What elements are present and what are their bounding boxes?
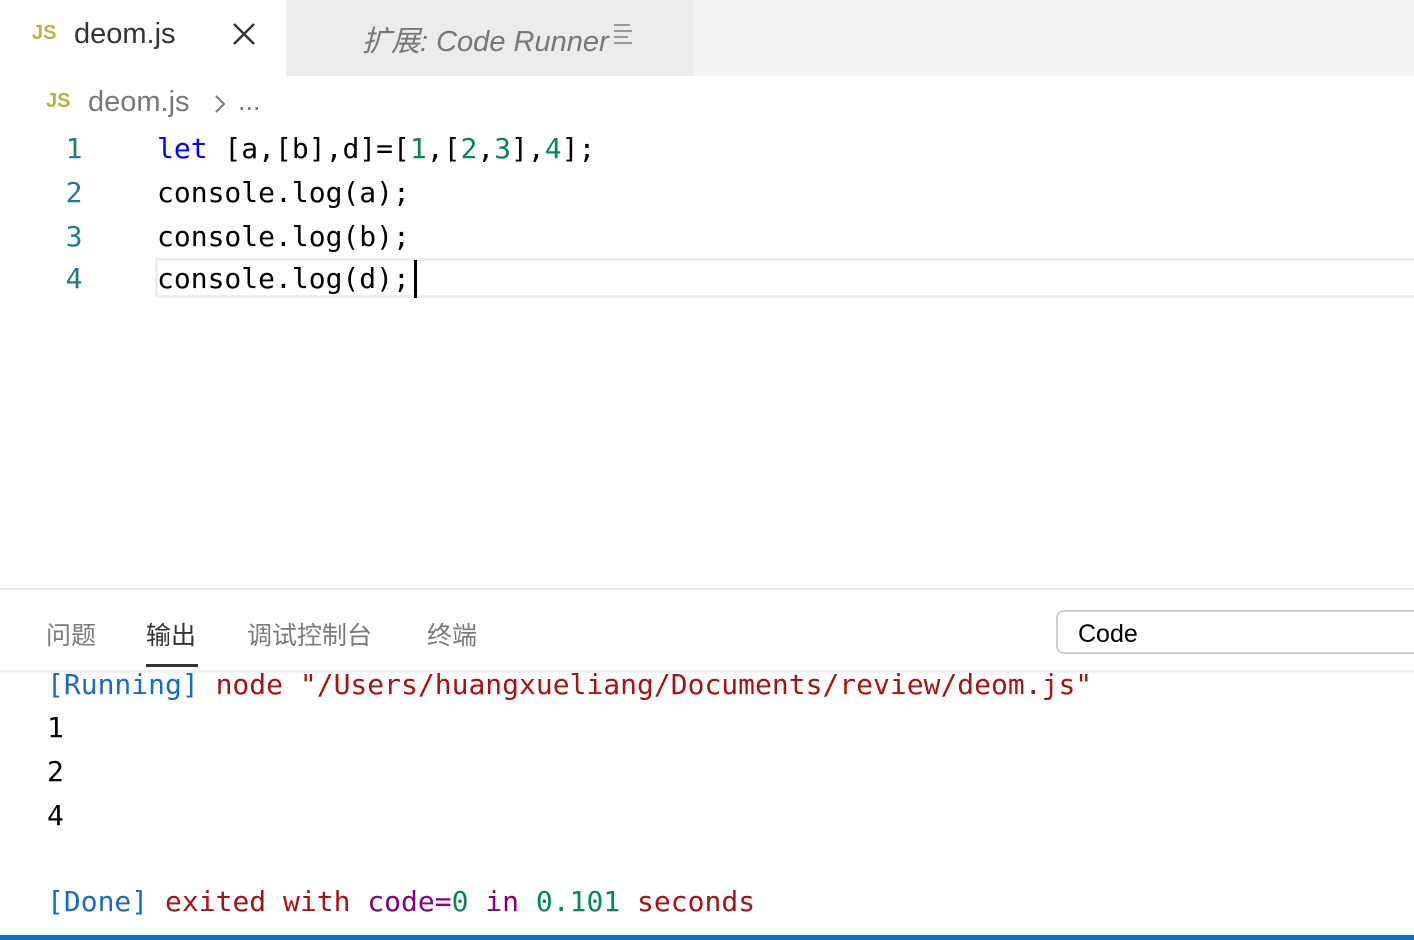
code-token: [a,[b],d]=[ <box>207 132 410 165</box>
code-text: console.log(d); <box>157 258 410 300</box>
output-result-line: 1 <box>47 711 64 744</box>
done-token: [Done] <box>47 885 149 918</box>
code-token: ], <box>511 132 545 165</box>
code-line[interactable]: 4 console.log(d); <box>0 258 1414 300</box>
line-number: 3 <box>65 220 83 253</box>
code-token: ,[ <box>426 132 461 165</box>
preview-icon <box>612 22 634 46</box>
tab-label: 扩展: Code Runner <box>362 26 609 58</box>
js-file-icon: JS <box>32 22 57 44</box>
code-token: 1 <box>409 132 427 165</box>
output-result-line: 4 <box>47 799 64 832</box>
code-token: 3 <box>494 132 512 165</box>
output-channel-select[interactable]: Code <box>1056 610 1414 654</box>
line-number: 2 <box>65 176 83 209</box>
js-file-icon: JS <box>46 90 71 112</box>
done-token: 0.101 <box>535 885 621 918</box>
text-cursor <box>414 260 417 298</box>
tab-debug-console[interactable]: 调试控制台 <box>247 616 372 652</box>
tab-problems[interactable]: 问题 <box>46 616 96 652</box>
code-line[interactable]: 3 console.log(b); <box>0 216 1414 258</box>
code-line[interactable]: 2 console.log(a); <box>0 172 1414 214</box>
panel-tab-bar: 问题 输出 调试控制台 终端 Code <box>0 590 1414 672</box>
code-token: console.log(d); <box>157 262 410 295</box>
status-bar-edge <box>0 935 1414 940</box>
done-token: exited with <box>148 885 368 918</box>
code-text: let [a,[b],d]=[1,[2,3],4]; <box>157 128 595 170</box>
code-token: let <box>157 132 208 165</box>
code-text: console.log(a); <box>157 172 410 214</box>
tab-output[interactable]: 输出 <box>146 616 196 652</box>
code-token: ]; <box>561 132 596 165</box>
code-token: 2 <box>460 132 478 165</box>
output-channel-value: Code <box>1078 620 1138 648</box>
code-token: console.log(a); <box>157 176 410 209</box>
line-number: 4 <box>65 262 83 295</box>
tab-deom-js[interactable]: JS deom.js <box>0 0 286 76</box>
code-line[interactable]: 1 let [a,[b],d]=[1,[2,3],4]; <box>0 128 1414 170</box>
done-token: seconds <box>620 885 756 918</box>
line-number: 1 <box>65 132 83 165</box>
code-text: console.log(b); <box>157 216 410 258</box>
close-icon[interactable] <box>228 18 260 50</box>
running-tag: [Running] <box>47 668 199 701</box>
output-result-line: 2 <box>47 755 64 788</box>
output-running-line: [Running] node "/Users/huangxueliang/Doc… <box>47 664 1092 706</box>
tab-code-runner-extension[interactable]: 扩展: Code Runner <box>286 0 694 76</box>
editor-tab-bar: JS deom.js 扩展: Code Runner <box>0 0 1414 76</box>
code-token: console.log(b); <box>157 220 410 253</box>
tab-terminal[interactable]: 终端 <box>427 616 477 652</box>
breadcrumb-file[interactable]: deom.js <box>88 86 190 119</box>
code-editor[interactable]: 1 let [a,[b],d]=[1,[2,3],4]; 2 console.log(… <box>0 128 1414 588</box>
running-command: node "/Users/huangxueliang/Documents/rev… <box>198 668 1093 701</box>
done-token: code= <box>367 885 452 918</box>
tab-label: deom.js <box>74 18 176 50</box>
done-token: 0 <box>451 885 469 918</box>
code-token: 4 <box>544 132 562 165</box>
breadcrumb-more[interactable]: ... <box>238 86 261 117</box>
output-done-line: [Done] exited with code=0 in 0.101 secon… <box>47 881 755 923</box>
output-view[interactable]: [Running] node "/Users/huangxueliang/Doc… <box>0 664 1414 934</box>
done-token: in <box>468 885 536 918</box>
code-token: , <box>477 132 495 165</box>
chevron-right-icon <box>212 92 228 116</box>
